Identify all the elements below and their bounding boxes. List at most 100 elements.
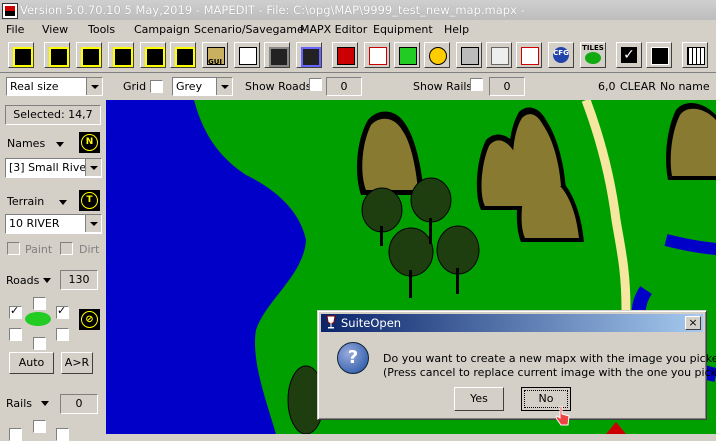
- upload-button[interactable]: [108, 42, 134, 68]
- rails-dropdown-icon[interactable]: [41, 401, 49, 406]
- cfg-button[interactable]: CFG: [548, 42, 574, 68]
- road-dir-sw-checkbox[interactable]: [9, 328, 22, 341]
- rail-dir-n-checkbox[interactable]: [33, 420, 46, 433]
- menu-equipment[interactable]: Equipment: [373, 23, 433, 36]
- show-roads-label: Show Roads: [245, 80, 312, 93]
- grid-button[interactable]: [682, 42, 708, 68]
- print-button[interactable]: [456, 42, 482, 68]
- image-select-button[interactable]: [234, 42, 260, 68]
- dirt-checkbox[interactable]: [60, 242, 73, 255]
- new-map-icon: [49, 47, 69, 67]
- zoom-select[interactable]: Real size: [6, 77, 103, 96]
- title-bar: Version 5.0.70.10 5 May,2019 - MAPEDIT -…: [0, 0, 716, 20]
- grid-label: Grid: [123, 80, 147, 93]
- menu-tools[interactable]: Tools: [88, 23, 115, 36]
- left-panel: Selected: 14,7 Names N [3] Small River T…: [0, 100, 106, 441]
- dialog-message-line1: Do you want to create a new mapx with th…: [383, 352, 716, 365]
- grid-icon: [687, 47, 705, 65]
- zoom-icon: [651, 47, 669, 65]
- green-doc-button[interactable]: [394, 42, 420, 68]
- rail-dir-ne-checkbox[interactable]: [56, 428, 69, 441]
- names-dropdown-icon[interactable]: [56, 142, 64, 147]
- rails-count: 0: [60, 394, 98, 414]
- printer-icon: [461, 47, 479, 65]
- chevron-down-icon[interactable]: [86, 78, 102, 95]
- road-hex-icon: [25, 312, 51, 326]
- gui-button[interactable]: GUI: [202, 42, 228, 68]
- dialog-title: SuiteOpen: [341, 316, 402, 330]
- menu-bar: File View Tools Campaign Scenario/Savega…: [0, 20, 716, 40]
- a-to-r-button[interactable]: A>R: [61, 352, 93, 374]
- road-dir-nw-checkbox[interactable]: [9, 304, 22, 319]
- menu-mapx-editor[interactable]: MAPX Editor: [300, 23, 367, 36]
- abc-button[interactable]: [364, 42, 390, 68]
- road-dir-n-checkbox[interactable]: [33, 297, 46, 310]
- hand-button[interactable]: [486, 42, 512, 68]
- names-symbol-icon[interactable]: N: [79, 132, 100, 153]
- face-button[interactable]: [424, 42, 450, 68]
- question-icon: ?: [337, 342, 369, 374]
- rails-label: Rails: [6, 397, 32, 410]
- grid-checkbox[interactable]: [150, 80, 163, 93]
- exit-button[interactable]: [8, 42, 34, 68]
- wine-glass-icon: [325, 315, 337, 330]
- new-map-button[interactable]: [44, 42, 70, 68]
- dialog-close-button[interactable]: ×: [685, 316, 701, 330]
- picture-button[interactable]: [170, 42, 196, 68]
- chevron-down-icon[interactable]: [216, 78, 232, 95]
- show-rails-checkbox[interactable]: [470, 78, 483, 91]
- tiles-button[interactable]: TILES: [580, 42, 606, 68]
- road-dir-ne-checkbox[interactable]: [56, 304, 69, 319]
- floppy-blue-icon: [301, 47, 321, 67]
- save-as-button[interactable]: [296, 42, 322, 68]
- yes-button[interactable]: Yes: [454, 387, 504, 411]
- options-bar: Real size Grid Grey Show Roads 0 Show Ra…: [0, 72, 716, 101]
- open-map-icon: [81, 47, 101, 67]
- roads-dropdown-icon[interactable]: [43, 278, 51, 283]
- menu-file[interactable]: File: [6, 23, 24, 36]
- paint-checkbox[interactable]: [7, 242, 20, 255]
- auto-button[interactable]: Auto: [9, 352, 54, 374]
- roads-label: Roads: [6, 274, 40, 287]
- tiles-icon: [585, 52, 601, 64]
- save-button[interactable]: [264, 42, 290, 68]
- dialog-message-line2: (Press cancel to replace current image w…: [383, 366, 716, 379]
- rails-value: 0: [489, 77, 525, 96]
- menu-help[interactable]: Help: [444, 23, 469, 36]
- picture-icon: [175, 47, 195, 67]
- zoom-button[interactable]: [646, 42, 672, 68]
- chevron-down-icon[interactable]: [85, 215, 101, 232]
- layers-button[interactable]: [332, 42, 358, 68]
- rail-dir-nw-checkbox[interactable]: [9, 428, 22, 441]
- abc-icon: [369, 47, 387, 65]
- check-button[interactable]: ✓: [616, 42, 642, 68]
- status-coords: 6,0: [598, 80, 616, 93]
- menu-campaign[interactable]: Campaign: [134, 23, 190, 36]
- flag-button[interactable]: [140, 42, 166, 68]
- chevron-down-icon[interactable]: [85, 159, 101, 176]
- names-select[interactable]: [3] Small River: [5, 158, 102, 178]
- road-dir-s-checkbox[interactable]: [33, 337, 46, 350]
- terrain-symbol-icon[interactable]: T: [79, 190, 100, 211]
- names-label: Names: [7, 137, 46, 150]
- road-dir-se-checkbox[interactable]: [56, 328, 69, 341]
- window-title: Version 5.0.70.10 5 May,2019 - MAPEDIT -…: [20, 3, 525, 17]
- status-clear: CLEAR: [620, 80, 656, 93]
- road-symbol-icon[interactable]: ⊘: [79, 309, 100, 330]
- app-icon: [2, 3, 18, 19]
- show-roads-checkbox[interactable]: [309, 78, 322, 91]
- toolbar: GUI CFG TILES ✓: [0, 40, 716, 73]
- menu-view[interactable]: View: [42, 23, 68, 36]
- roads-count: 130: [60, 270, 98, 290]
- grid-color-select[interactable]: Grey: [172, 77, 233, 96]
- terrain-dropdown-icon[interactable]: [59, 200, 67, 205]
- paint-label: Paint: [25, 243, 53, 256]
- dirt-label: Dirt: [79, 243, 100, 256]
- cross-button[interactable]: [516, 42, 542, 68]
- roads-value: 0: [326, 77, 362, 96]
- cursor-icon: [555, 405, 570, 426]
- open-map-button[interactable]: [76, 42, 102, 68]
- terrain-select[interactable]: 10 RIVER: [5, 214, 102, 234]
- show-rails-label: Show Rails: [413, 80, 473, 93]
- menu-scenario[interactable]: Scenario/Savegame: [194, 23, 304, 36]
